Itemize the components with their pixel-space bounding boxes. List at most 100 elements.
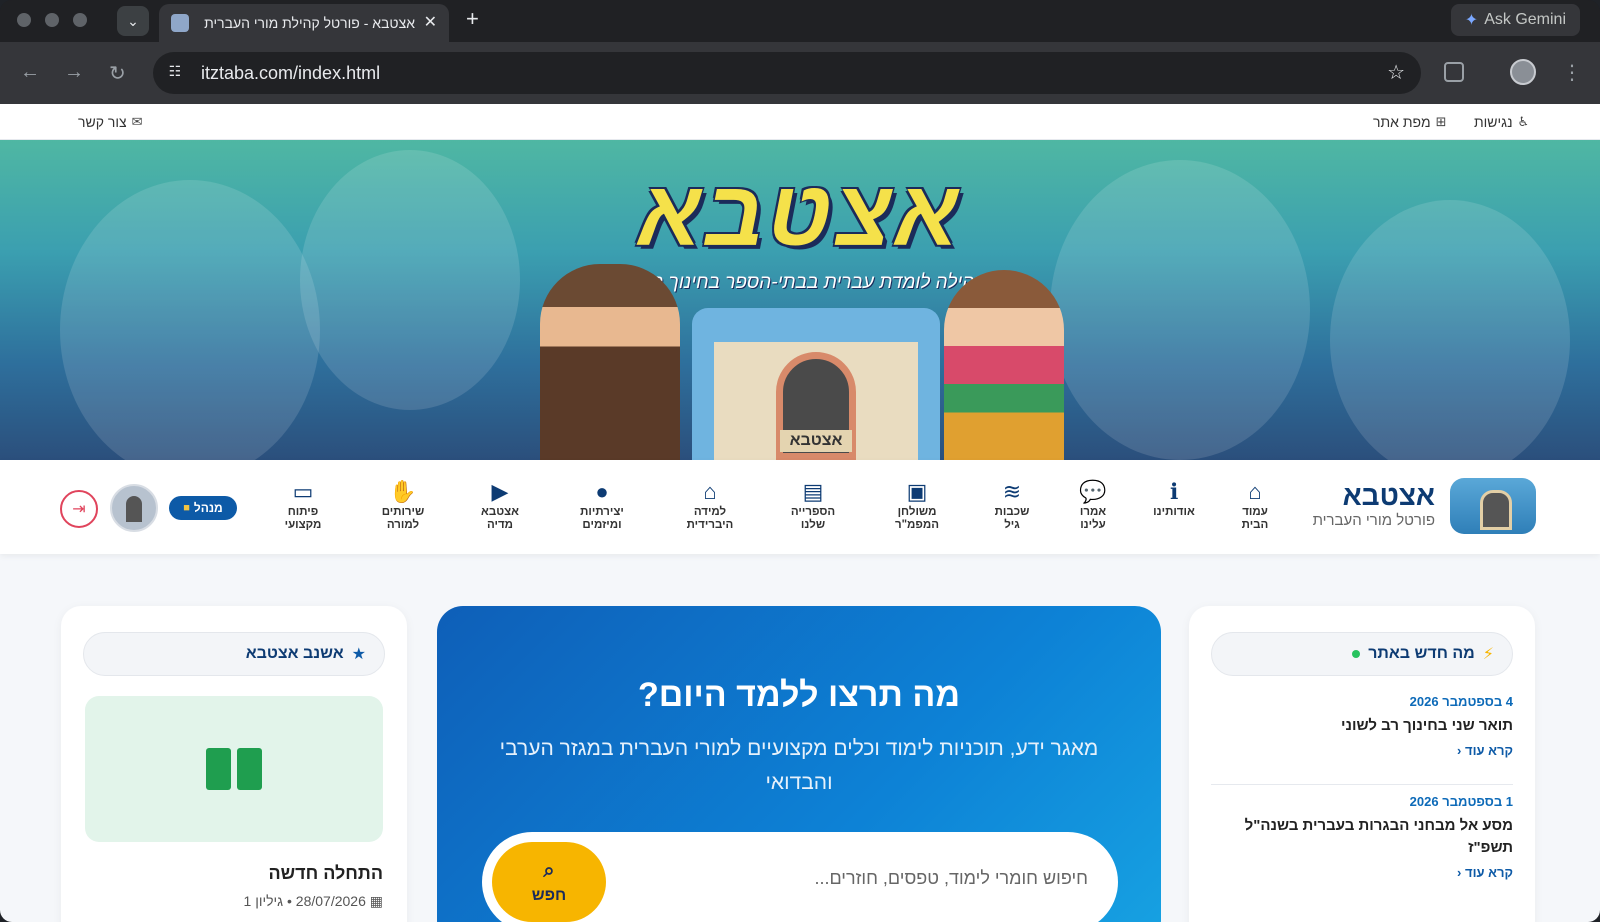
site-favicon-icon bbox=[171, 14, 189, 32]
play-circle-icon: ▶ bbox=[491, 479, 509, 504]
nav-label: הספרייה bbox=[790, 506, 836, 518]
search-input[interactable]: חיפוש חומרי לימוד, טפסים, חוזרים... ⌕ חפ… bbox=[482, 832, 1118, 922]
profile-avatar-icon[interactable] bbox=[1510, 59, 1536, 85]
hands-helping-icon: ✋ bbox=[389, 479, 417, 504]
ask-gemini-label: Ask Gemini bbox=[1484, 11, 1566, 28]
newsletter-post-title[interactable]: התחלה חדשה bbox=[268, 863, 383, 884]
nav-item-media[interactable]: ▶ אצטבא מדיה bbox=[460, 478, 540, 532]
news-divider bbox=[1211, 784, 1513, 785]
gate-sign: אצטבא bbox=[780, 430, 852, 452]
reload-icon[interactable]: ↻ bbox=[109, 61, 126, 86]
nav-label: עמוד bbox=[1242, 506, 1268, 518]
brand-logo[interactable] bbox=[1450, 478, 1536, 534]
utility-bar: ✉ צור קשר ⊞ מפת אתר ♿ נגישות bbox=[0, 104, 1600, 140]
news-title[interactable]: מסע אל מבחני הבגרות בעברית בשנה"ל תשפ"ז bbox=[1211, 815, 1513, 859]
sitemap-link[interactable]: ⊞ מפת אתר bbox=[1373, 114, 1447, 130]
extensions-icon[interactable] bbox=[1444, 62, 1464, 82]
lightbulb-icon: ● bbox=[595, 479, 609, 504]
read-more-label: קרא עוד bbox=[1465, 865, 1513, 880]
sitemap-icon: ⊞ bbox=[1435, 114, 1447, 129]
nav-label: עלינו bbox=[1080, 519, 1106, 531]
news-date: 4 בספטמבר 2026 bbox=[1409, 694, 1513, 709]
sitemap-label: מפת אתר bbox=[1373, 114, 1431, 130]
ask-gemini-button[interactable]: ✦ Ask Gemini bbox=[1450, 4, 1580, 36]
nav-label: שלנו bbox=[800, 519, 826, 531]
read-more-link[interactable]: קרא עוד ‹ bbox=[1211, 743, 1513, 758]
newsletter-thumbnail[interactable] bbox=[85, 696, 383, 842]
nav-label: אמרו bbox=[1079, 506, 1107, 518]
back-arrow-icon[interactable]: ← bbox=[20, 61, 40, 84]
logout-icon: ⇥ bbox=[72, 501, 86, 518]
newsletter-post-meta: ▦ 28/07/2026 • גיליון 1 bbox=[244, 893, 383, 910]
admin-badge[interactable]: מנהל ■ bbox=[169, 496, 237, 520]
nav-item-teacher-services[interactable]: ✋ שירותים למורה bbox=[363, 478, 443, 532]
layers-icon: ≋ bbox=[1002, 479, 1022, 504]
search-button[interactable]: ⌕ חפש bbox=[492, 842, 606, 922]
chalkboard-teacher-icon: ▭ bbox=[292, 479, 314, 504]
read-more-label: קרא עוד bbox=[1465, 743, 1513, 758]
gemini-sparkle-icon: ✦ bbox=[1464, 12, 1479, 29]
search-hero-title: מה תרצו ללמד היום? bbox=[637, 676, 961, 714]
news-title[interactable]: תואר שני בחינוך רב לשוני bbox=[1211, 715, 1513, 737]
read-more-link[interactable]: קרא עוד ‹ bbox=[1211, 865, 1513, 880]
brand-name[interactable]: אצטבא bbox=[1343, 480, 1435, 512]
nav-item-creativity[interactable]: ● יצירתיות ומיזמים bbox=[562, 478, 642, 532]
nav-label: פיתוח bbox=[287, 506, 319, 518]
nav-item-hybrid-learning[interactable]: ⌂ למידה היברידית bbox=[670, 478, 750, 532]
nav-item-about[interactable]: ℹ אודותינו bbox=[1134, 478, 1214, 519]
close-tab-icon[interactable]: ✕ bbox=[424, 12, 437, 32]
nav-item-professional-development[interactable]: ▭ פיתוח מקצועי bbox=[263, 478, 343, 532]
nav-label: שירותים bbox=[381, 506, 425, 518]
browser-toolbar: ← → ↻ ☷ itztaba.com/index.html ☆ ⋮ bbox=[0, 42, 1600, 104]
nav-label: אודותינו bbox=[1153, 506, 1195, 518]
lightning-icon: ⚡ bbox=[1482, 646, 1494, 663]
address-bar[interactable]: ☷ itztaba.com/index.html ☆ bbox=[153, 52, 1421, 94]
minimize-window-button[interactable] bbox=[45, 13, 59, 27]
post-issue: גיליון 1 bbox=[243, 893, 284, 909]
nav-item-supervisor-desk[interactable]: ▣ משולחן המפמ"ר bbox=[877, 478, 957, 532]
boy-illustration bbox=[540, 264, 680, 460]
search-hero-subtitle: מאגר ידע, תוכניות לימוד וכלים מקצועיים ל… bbox=[499, 737, 1099, 794]
user-avatar[interactable] bbox=[110, 484, 158, 532]
zoom-window-button[interactable] bbox=[73, 13, 87, 27]
star-icon: ★ bbox=[351, 646, 366, 663]
close-window-button[interactable] bbox=[17, 13, 31, 27]
url-text[interactable]: itztaba.com/index.html bbox=[201, 63, 380, 84]
bookmark-star-icon[interactable]: ☆ bbox=[1387, 60, 1405, 85]
contact-label: צור קשר bbox=[78, 114, 127, 130]
admin-badge-label: מנהל bbox=[193, 501, 223, 515]
nav-item-home[interactable]: ⌂ עמוד הבית bbox=[1215, 478, 1295, 532]
site-settings-icon[interactable]: ☷ bbox=[165, 63, 185, 83]
accessibility-icon: ♿ bbox=[1517, 114, 1530, 129]
nav-item-library[interactable]: ▤ הספרייה שלנו bbox=[773, 478, 853, 532]
news-date: 1 בספטמבר 2026 bbox=[1409, 794, 1513, 809]
search-icon: ⌕ bbox=[543, 859, 555, 882]
tab-search-button[interactable]: ⌄ bbox=[117, 6, 149, 36]
search-placeholder: חיפוש חומרי לימוד, טפסים, חוזרים... bbox=[814, 868, 1088, 888]
nav-item-age-groups[interactable]: ≋ שכבות גיל bbox=[972, 478, 1052, 532]
browser-tab[interactable]: אצטבא - פורטל קהילת מורי העברית ✕ bbox=[159, 4, 449, 42]
nav-label: המפמ"ר bbox=[894, 519, 940, 531]
live-indicator-icon bbox=[1352, 650, 1361, 658]
nav-item-testimonials[interactable]: 💬 אמרו עלינו bbox=[1053, 478, 1133, 532]
newsletter-title: אשנב אצטבא bbox=[245, 645, 344, 662]
lock-icon: ■ bbox=[183, 502, 190, 514]
search-hero-card: מה תרצו ללמד היום? מאגר ידע, תוכניות לימ… bbox=[437, 606, 1161, 922]
forward-arrow-icon[interactable]: → bbox=[64, 61, 84, 84]
nav-label: הבית bbox=[1241, 519, 1269, 531]
nav-label: ומיזמים bbox=[582, 519, 622, 531]
logout-button[interactable]: ⇥ bbox=[60, 490, 98, 528]
news-item: 4 בספטמבר 2026 תואר שני בחינוך רב לשוני … bbox=[1211, 694, 1513, 758]
news-item: 1 בספטמבר 2026 מסע אל מבחני הבגרות בעברי… bbox=[1211, 794, 1513, 880]
more-menu-icon[interactable]: ⋮ bbox=[1562, 60, 1582, 85]
house-laptop-icon: ⌂ bbox=[703, 479, 717, 504]
new-tab-button[interactable]: + bbox=[466, 6, 479, 32]
nav-label: שכבות bbox=[994, 506, 1030, 518]
hero-banner: אצטבא "קהילה לומדת עברית בבתי-הספר בחינו… bbox=[0, 140, 1600, 460]
briefcase-icon: ▣ bbox=[906, 479, 928, 504]
contact-link[interactable]: ✉ צור קשר bbox=[78, 114, 143, 130]
accessibility-link[interactable]: ♿ נגישות bbox=[1474, 114, 1529, 130]
nav-label: מדיה bbox=[486, 519, 514, 531]
tab-strip: ⌄ אצטבא - פורטל קהילת מורי העברית ✕ + ✦ … bbox=[0, 0, 1600, 42]
brand-subtitle: פורטל מורי העברית bbox=[1312, 512, 1435, 529]
